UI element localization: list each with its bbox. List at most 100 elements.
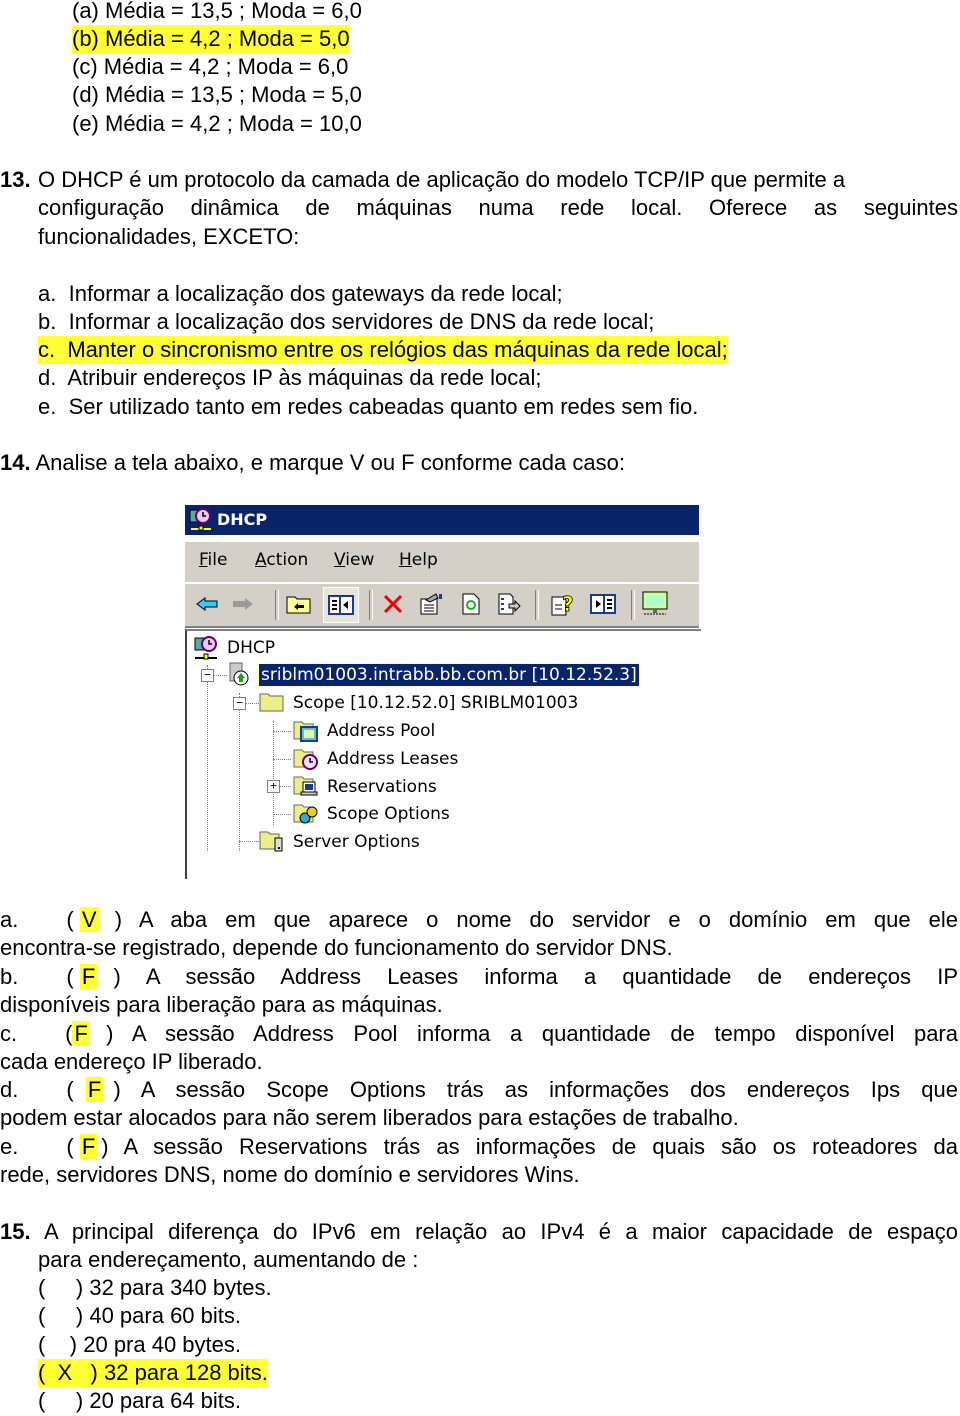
toolbar-separator	[631, 590, 635, 620]
q14-item-b-line1: b. ( F ) A sessão Address Leases informa…	[0, 963, 958, 991]
show-hide-console-tree-icon[interactable]	[323, 587, 359, 623]
option-text: 20 para 64 bits.	[89, 1388, 242, 1413]
q13-option-d: d. Atribuir endereços IP às máquinas da …	[38, 364, 541, 392]
tree-node-server-options[interactable]: Server Options	[293, 831, 420, 853]
q13-option-a: a. Informar a localização dos gateways d…	[38, 280, 563, 308]
q15-option-3: ( ) 20 pra 40 bytes.	[38, 1331, 241, 1359]
q14-item-e-line1: e. ( F ) A sessão Reservations trás as i…	[0, 1133, 958, 1161]
option-letter: b.	[38, 309, 57, 334]
item-answer: ( V	[66, 907, 99, 932]
answer-mark: F	[79, 964, 98, 989]
help-icon[interactable]: ?	[549, 590, 577, 618]
option-mark: ( )	[38, 1332, 78, 1357]
dhcp-window-screenshot: DHCP File Action View Help ? DHCP − srib…	[185, 505, 701, 879]
menu-file[interactable]: File	[199, 550, 227, 570]
q12-option-a: (a) Média = 13,5 ; Moda = 6,0	[72, 0, 362, 23]
q15-text-line2: para endereçamento, aumentando de :	[38, 1247, 419, 1272]
item-letter: d.	[0, 1077, 19, 1102]
tree-line	[273, 814, 291, 815]
item-answer: (F	[65, 1021, 90, 1046]
q14-item-b-line2: disponíveis para liberação para as máqui…	[0, 992, 443, 1017]
q14-item-d-line2: podem estar alocados para não serem libe…	[0, 1105, 739, 1130]
q12-option-b: (b) Média = 4,2 ; Moda = 5,0	[72, 25, 350, 53]
option-text: 20 pra 40 bytes.	[83, 1332, 242, 1357]
back-arrow-icon[interactable]	[193, 590, 221, 618]
tree-line	[213, 675, 227, 676]
q12-option-c: (c) Média = 4,2 ; Moda = 6,0	[72, 54, 349, 79]
tree-line	[279, 786, 291, 787]
expand-reservations-toggle[interactable]: +	[267, 780, 280, 793]
option-text: 32 para 128 bits.	[104, 1360, 268, 1385]
dhcp-root-icon	[193, 635, 221, 666]
option-letter: d.	[38, 365, 57, 390]
tree-node-dhcp-root[interactable]: DHCP	[227, 637, 275, 659]
tree-line	[273, 759, 291, 760]
item-text: ) A aba em que aparece o nome do servido…	[114, 907, 958, 932]
menu-action[interactable]: Action	[255, 550, 308, 570]
collapse-server-toggle[interactable]: −	[201, 669, 214, 682]
toolbar-separator	[369, 590, 373, 620]
menu-view[interactable]: View	[334, 550, 374, 570]
title-bar: DHCP	[185, 505, 699, 535]
tree-node-scope-options[interactable]: Scope Options	[327, 803, 450, 825]
option-mark: ( )	[38, 1388, 84, 1413]
q14-item-e-line2: rede, servidores DNS, nome do domínio e …	[0, 1162, 580, 1187]
tree-line	[239, 841, 259, 842]
q15-option-1: ( ) 32 para 340 bytes.	[38, 1274, 272, 1302]
q15-option-5: ( ) 20 para 64 bits.	[38, 1387, 241, 1415]
q14-item-a-line1: a. ( V ) A aba em que aparece o nome do …	[0, 906, 958, 934]
q14-text: Analise a tela abaixo, e marque V ou F c…	[35, 450, 625, 475]
export-list-icon[interactable]	[495, 590, 523, 618]
q13-option-c: c. Manter o sincronismo entre os relógio…	[38, 336, 728, 364]
q14-number: 14.	[0, 450, 31, 475]
option-text: Manter o sincronismo entre os relógios d…	[67, 337, 728, 362]
forward-arrow-icon[interactable]	[229, 590, 257, 618]
q14-prompt: 14. Analise a tela abaixo, e marque V ou…	[0, 449, 625, 477]
tree-node-address-leases[interactable]: Address Leases	[327, 748, 458, 770]
answer-mark: V	[79, 907, 99, 932]
menu-help[interactable]: Help	[399, 550, 438, 570]
q14-item-a-line2: encontra-se registrado, depende do funci…	[0, 935, 673, 960]
q12-option-e: (e) Média = 4,2 ; Moda = 10,0	[72, 111, 362, 136]
item-letter: c.	[0, 1021, 18, 1046]
up-one-level-icon[interactable]	[285, 590, 313, 618]
tree-node-server[interactable]: sriblm01003.intrabb.bb.com.br [10.12.52.…	[258, 663, 640, 687]
option-mark: ( )	[38, 1275, 84, 1300]
q13-option-e: e. Ser utilizado tanto em redes cabeadas…	[38, 393, 698, 421]
tree-node-address-pool[interactable]: Address Pool	[327, 720, 435, 742]
item-answer: ( F	[66, 964, 98, 989]
item-answer: ( F	[66, 1077, 104, 1102]
monitor-icon[interactable]	[641, 590, 669, 618]
item-text: ) A sessão Address Pool informa a quanti…	[106, 1021, 958, 1046]
console-tree: DHCP − sriblm01003.intrabb.bb.com.br [10…	[185, 629, 701, 879]
q15-option-4: ( X ) 32 para 128 bits.	[38, 1359, 268, 1387]
tree-node-scope[interactable]: Scope [10.12.52.0] SRIBLM01003	[293, 692, 578, 714]
q13-option-b: b. Informar a localização dos servidores…	[38, 308, 654, 336]
answer-mark: F	[79, 1134, 98, 1159]
q12-option-d: (d) Média = 13,5 ; Moda = 5,0	[72, 82, 362, 107]
show-hide-action-pane-icon[interactable]	[589, 590, 617, 618]
properties-icon[interactable]	[417, 590, 445, 618]
tree-node-reservations[interactable]: Reservations	[327, 776, 437, 798]
q14-item-c-line2: cada endereço IP liberado.	[0, 1049, 263, 1074]
item-letter: e.	[0, 1134, 19, 1159]
toolbar: ?	[185, 583, 699, 628]
q13-text-line1-content: O DHCP é um protocolo da camada de aplic…	[38, 167, 846, 192]
reservations-icon	[293, 774, 319, 803]
q13-text-line2: configuração dinâmica de máquinas numa r…	[38, 195, 958, 220]
refresh-icon[interactable]	[457, 590, 485, 618]
q14-item-c-line1: c. (F ) A sessão Address Pool informa a …	[0, 1020, 958, 1048]
option-letter: e.	[38, 394, 57, 419]
collapse-scope-toggle[interactable]: −	[233, 697, 246, 710]
server-options-icon	[259, 829, 285, 858]
delete-icon[interactable]	[379, 590, 407, 618]
tree-line	[207, 665, 208, 851]
q14-item-d-line1: d. ( F ) A sessão Scope Options trás as …	[0, 1076, 958, 1104]
option-text: 40 para 60 bits.	[89, 1303, 242, 1328]
toolbar-separator	[275, 590, 279, 620]
scope-folder-icon	[259, 691, 285, 718]
address-pool-icon	[293, 719, 319, 748]
item-letter: b.	[0, 964, 19, 989]
option-text: 32 para 340 bytes.	[89, 1275, 272, 1300]
dhcp-app-icon	[189, 508, 213, 542]
